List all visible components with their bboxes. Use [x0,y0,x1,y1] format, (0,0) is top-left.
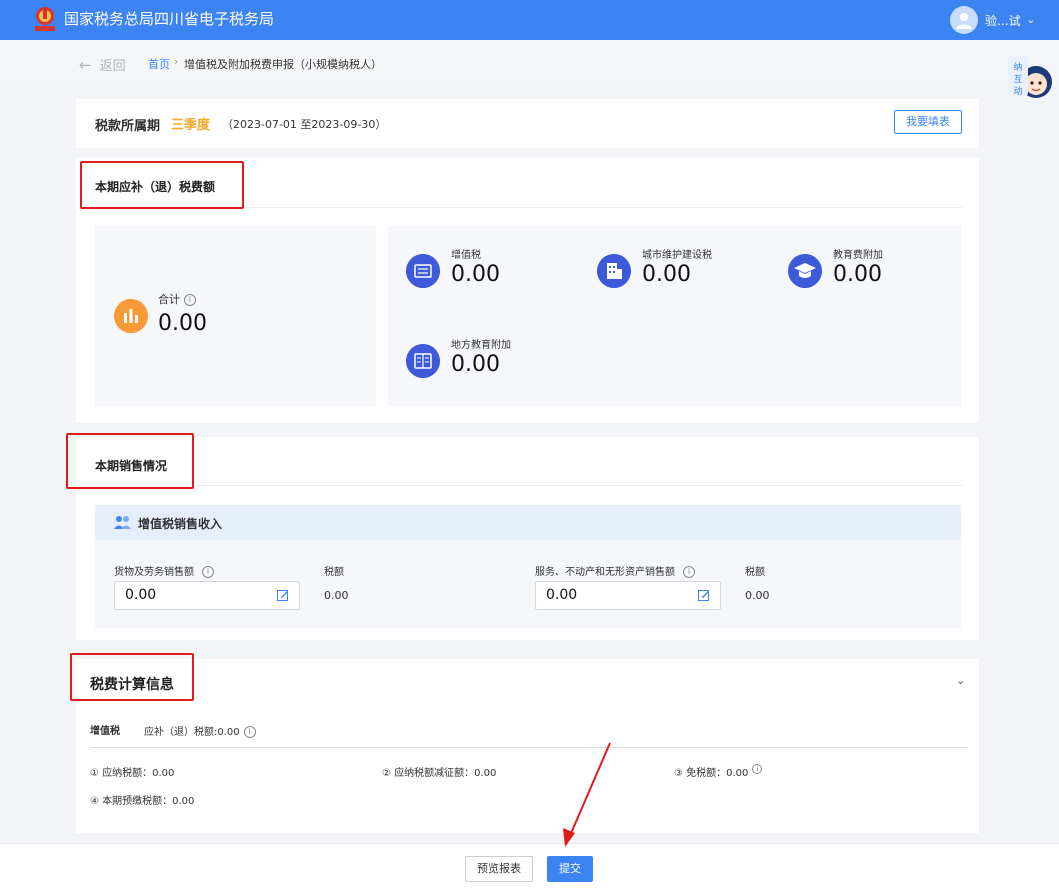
tax-period-label: 税款所属期 [95,119,161,134]
tax-item-urban-construction: 城市维护建设税 0.00 [597,244,777,294]
app-title: 国家税务总局四川省电子税务局 [64,10,275,28]
services-sales-value[interactable]: 0.00 [546,587,577,603]
tax-period-card: 税款所属期 三季度 （2023-07-01 至2023-09-30） 我要填表 [76,99,979,148]
tax-item-education-surcharge: 教育费附加 0.00 [788,244,968,294]
svg-text:互: 互 [1013,74,1022,85]
svg-text:动: 动 [1013,86,1022,97]
graduation-cap-icon [788,254,822,288]
edit-icon[interactable] [277,589,289,601]
tax-period-value: 三季度 [171,118,211,133]
back-label: 返回 [99,59,126,74]
avatar[interactable] [950,6,979,34]
tax-items-panel: 增值税 0.00 城市维护建设税 0.00 教育费附加 0.00 地方教育附加 … [388,226,961,406]
footer-action-bar: 预览报表 提交 [0,843,1059,888]
tax-item-value: 0.00 [642,262,691,287]
arrow-left-icon: ← [79,55,92,74]
preview-report-button[interactable]: 预览报表 [465,856,533,882]
sales-card: 本期销售情况 增值税销售收入 货物及劳务销售额 i 0.00 税额 0.00 服务… [66,433,979,640]
vat-label: 增值税 [90,726,120,737]
tax-bureau-emblem-icon [35,7,55,31]
tax-calculation-card: 税费计算信息 ⌄ 增值税 应补（退）税额:0.00 i ① 应纳税额：0.00 ②… [70,653,979,833]
goods-tax-label: 税额 [324,567,344,578]
tax-item-label: 城市维护建设税 [642,250,712,261]
services-sales-input[interactable]: 0.00 [535,581,721,610]
top-bar: 国家税务总局四川省电子税务局 验...试 ⌄ [0,0,1059,40]
info-icon[interactable]: i [752,764,763,774]
annotation-highlight-box [80,161,244,209]
calc-line-tax-payable: ① 应纳税额：0.00 [90,768,175,779]
goods-sales-input[interactable]: 0.00 [114,581,300,610]
tax-item-label: 教育费附加 [833,250,883,261]
info-icon[interactable]: i [202,566,214,578]
chevron-down-icon[interactable]: ⌄ [1027,15,1035,26]
tax-item-value: 0.00 [451,262,500,287]
users-icon [114,516,131,529]
collapse-chevron-icon[interactable]: ⌄ [956,674,965,687]
user-name[interactable]: 验...试 [985,12,1020,29]
tax-period-range: （2023-07-01 至2023-09-30） [222,118,387,131]
info-icon[interactable]: i [243,726,256,738]
tax-item-local-education: 地方教育附加 0.00 [406,334,586,384]
info-icon[interactable]: i [683,566,695,578]
calc-line-tax-reduction: ② 应纳税额减征额：0.00 [382,768,497,779]
annotation-highlight-box [70,653,194,701]
tax-item-label: 地方教育附加 [451,340,511,351]
vat-sales-income-body: 货物及劳务销售额 i 0.00 税额 0.00 服务、不动产和无形资产销售额 i 0… [95,540,961,628]
total-label-text: 合计 [158,293,180,306]
annotation-highlight-box [66,433,194,489]
tax-due-card: 本期应补（退）税费额 合计 i 0.00 增值税 0.00 城市维护建设税 0.… [76,158,979,423]
goods-sales-value[interactable]: 0.00 [125,587,156,603]
breadcrumb-current: 增值税及附加税费申报（小规模纳税人） [184,58,382,71]
total-panel: 合计 i 0.00 [95,226,376,406]
user-icon [956,13,973,29]
bar-chart-icon [114,299,148,333]
tax-item-value: 0.00 [451,352,500,377]
services-sales-label: 服务、不动产和无形资产销售额 i [535,563,695,578]
fill-form-button[interactable]: 我要填表 [894,110,962,134]
vat-summary: 应补（退）税额:0.00 i [144,723,256,738]
goods-sales-label: 货物及劳务销售额 i [114,563,214,578]
back-button[interactable]: ← 返回 [79,55,126,75]
services-tax-value: 0.00 [745,589,770,602]
tax-document-icon [406,254,440,288]
building-icon [597,254,631,288]
goods-sales-label-text: 货物及劳务销售额 [114,567,194,578]
book-icon [406,344,440,378]
breadcrumb-home-link[interactable]: 首页 [148,56,170,72]
divider [90,747,968,748]
info-icon[interactable]: i [184,294,196,306]
total-label: 合计 i [158,291,196,307]
tax-item-value: 0.00 [833,262,882,287]
calc-line-prepaid-tax: ④ 本期预缴税额：0.00 [90,796,195,807]
edit-icon[interactable] [698,589,710,601]
total-value: 0.00 [158,311,207,336]
svg-text:纳: 纳 [1013,61,1022,73]
submit-button[interactable]: 提交 [547,856,593,882]
breadcrumb-bar: ← 返回 首页 › 增值税及附加税费申报（小规模纳税人） [0,40,1059,87]
divider [196,485,962,486]
calc-line-tax-exempt-text: ③ 免税额：0.00 [674,768,749,779]
mascot-assistant-icon[interactable]: 纳 互 动 [1006,52,1054,102]
tax-item-vat: 增值税 0.00 [406,244,586,294]
vat-summary-text: 应补（退）税额:0.00 [144,727,240,738]
breadcrumb-separator: › [174,55,179,68]
divider [246,207,962,208]
tax-item-label: 增值税 [451,250,481,261]
goods-tax-value: 0.00 [324,589,349,602]
services-sales-label-text: 服务、不动产和无形资产销售额 [535,567,675,578]
vat-sales-income-title: 增值税销售收入 [138,517,223,531]
user-menu[interactable]: 验...试 ⌄ [950,5,1035,35]
services-tax-label: 税额 [745,567,765,578]
calc-line-tax-exempt: ③ 免税额：0.00 i [674,764,763,779]
vat-sales-income-header: 增值税销售收入 [95,505,961,540]
